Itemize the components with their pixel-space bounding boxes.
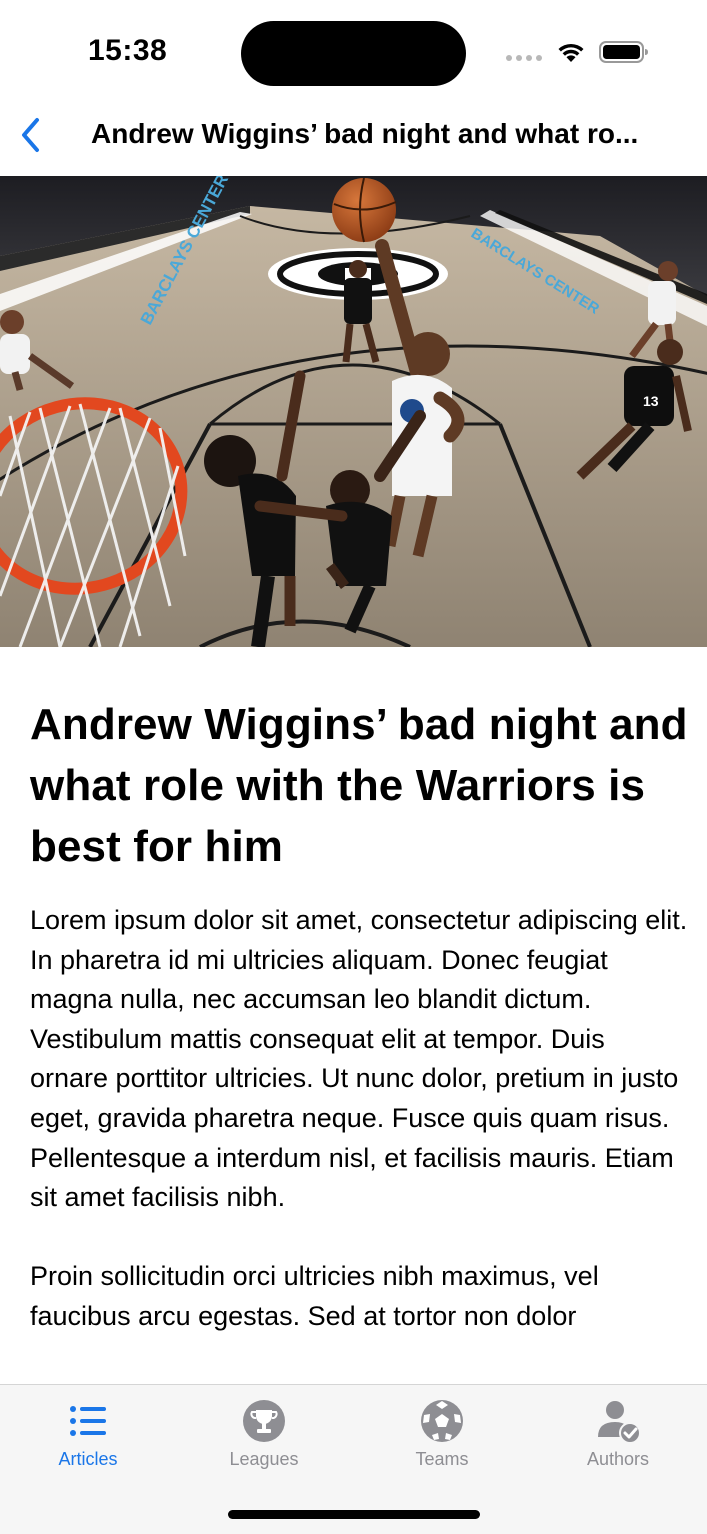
tab-articles[interactable]: Articles (0, 1385, 176, 1485)
soccer-ball-icon (421, 1400, 463, 1442)
article-title: Andrew Wiggins’ bad night and what role … (30, 700, 688, 871)
tab-label: Articles (58, 1449, 118, 1469)
tab-leagues[interactable]: Leagues (176, 1385, 352, 1485)
nav-title: Andrew Wiggins’ bad night and what ro... (91, 118, 639, 149)
jersey-number-13: 13 (643, 393, 659, 409)
status-time: 15:38 (88, 34, 168, 67)
wifi-icon (558, 43, 584, 62)
tab-label: Leagues (229, 1449, 299, 1469)
trophy-icon (243, 1400, 285, 1442)
article-hero-image: BARCLAYS CENTER BARCLAYS CENTER 13 (0, 176, 707, 647)
article-body: Lorem ipsum dolor sit amet, consectetur … (30, 901, 690, 1376)
navigation-bar: Andrew Wiggins’ bad night and what ro... (0, 100, 707, 176)
dynamic-island (241, 21, 466, 86)
home-indicator (228, 1510, 480, 1519)
chevron-left-icon (22, 118, 39, 152)
back-button[interactable] (10, 112, 50, 158)
list-icon (70, 1406, 106, 1436)
tab-label: Teams (415, 1449, 469, 1469)
tab-label: Authors (586, 1449, 650, 1469)
person-badge-icon (598, 1401, 641, 1444)
article-paragraph: Proin sollicitudin orci ultricies nibh m… (30, 1261, 599, 1331)
status-bar: 15:38 (0, 0, 707, 100)
cellular-signal-icon (506, 55, 542, 61)
tab-teams[interactable]: Teams (354, 1385, 530, 1485)
battery-icon (599, 41, 648, 63)
tab-authors[interactable]: Authors (530, 1385, 706, 1485)
article-paragraph: Lorem ipsum dolor sit amet, consectetur … (30, 905, 688, 1213)
